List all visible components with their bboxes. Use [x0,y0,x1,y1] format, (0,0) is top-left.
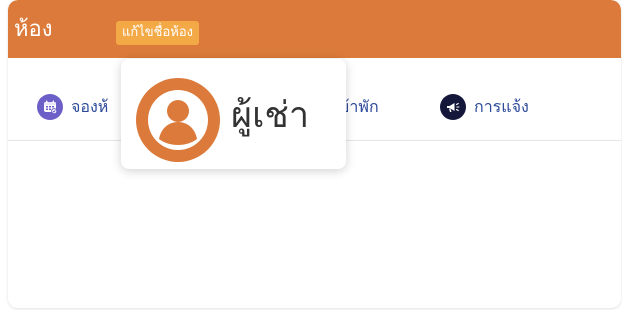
user-avatar-icon [136,78,220,162]
tenant-label: ผู้เช่า [231,95,310,136]
tab-notify-label: การแจ้ง [474,97,529,116]
megaphone-icon [440,94,466,120]
edit-room-name-button[interactable]: แก้ไขชื่อห้อง [116,21,200,45]
tab-booking-label: จองห้ [71,97,109,116]
room-header: ห้อง แก้ไขชื่อห้อง [8,0,621,58]
tenant-popup[interactable]: ผู้เช่า [121,59,346,169]
tab-booking[interactable]: จองห้ [37,94,108,120]
room-title: ห้อง [14,17,53,42]
tab-notify[interactable]: การแจ้ง [440,94,529,120]
calendar-check-icon [37,94,63,120]
